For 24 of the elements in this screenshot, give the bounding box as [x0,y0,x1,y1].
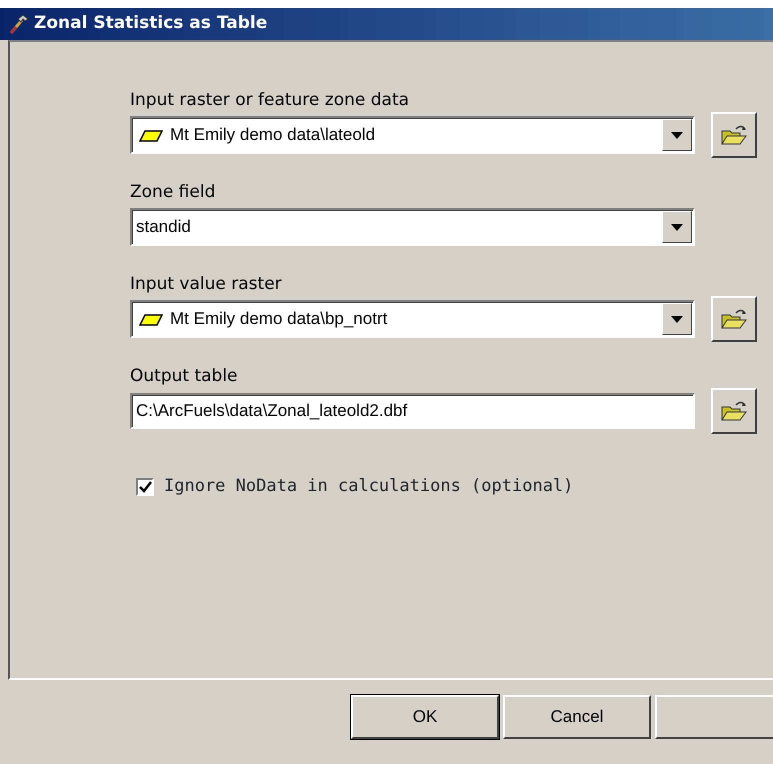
input-field[interactable]: C:\ArcFuels\data\Zonal_lateold2.dbf [130,393,695,429]
dropdown-arrow-icon [671,316,683,322]
field-label: Input raster or feature zone data [130,90,410,110]
field-label: Output table [130,366,238,386]
dialog-button[interactable]: OK [351,695,499,739]
folder-icon [720,307,748,331]
dropdown-field[interactable]: standid [130,208,695,246]
folder-icon [720,399,748,423]
window-title: Zonal Statistics as Table [34,12,268,36]
browse-button[interactable] [711,388,757,434]
dropdown-field[interactable]: Mt Emily demo data\bp_notrt [130,300,695,338]
checkbox-label: Ignore NoData in calculations (optional) [164,475,574,498]
field-label: Zone field [130,182,216,202]
hammer-icon [8,13,30,35]
field-label: Input value raster [130,274,282,294]
checkbox[interactable] [136,478,154,496]
browse-button[interactable] [711,112,757,158]
dialog-button[interactable]: Cancel [503,695,651,739]
dropdown-arrow-icon [671,132,683,138]
folder-icon [720,123,748,147]
browse-button[interactable] [711,296,757,342]
dropdown-field[interactable]: Mt Emily demo data\lateold [130,116,695,154]
dropdown-arrow-icon [671,224,683,230]
partial-button[interactable] [655,695,773,739]
